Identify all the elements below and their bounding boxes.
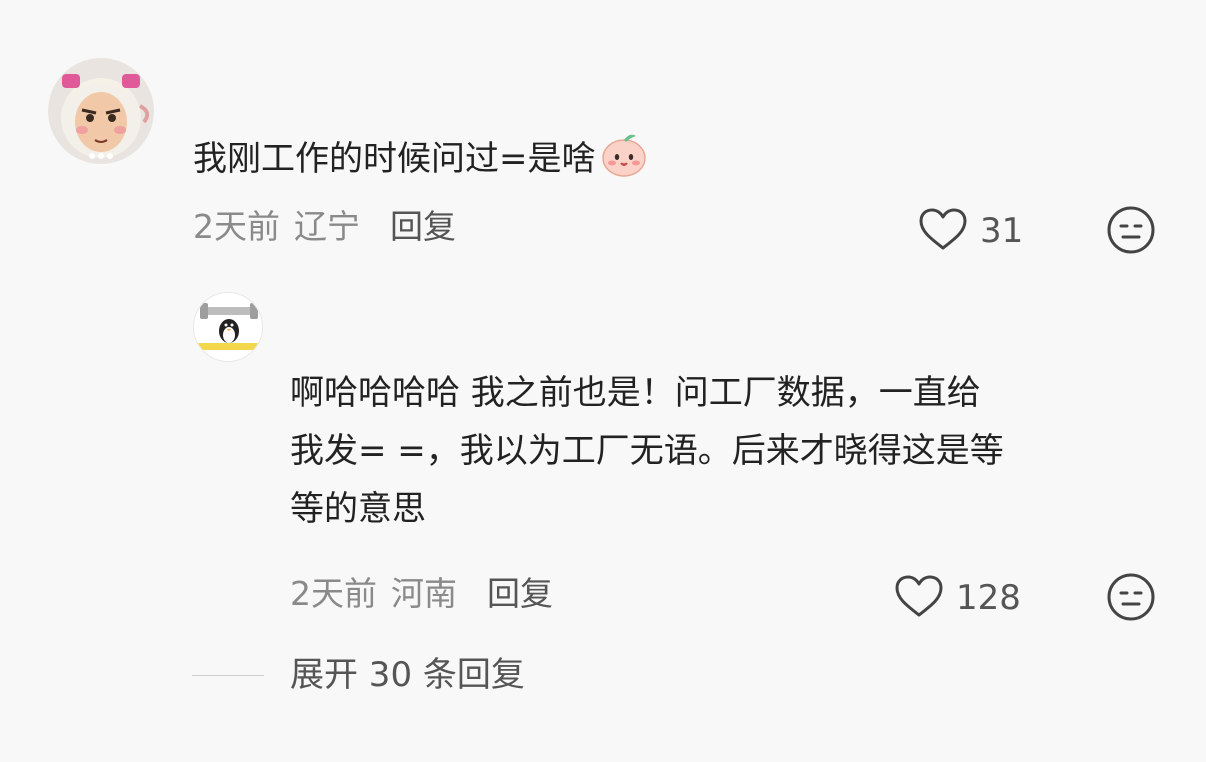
reply-text-line: 啊哈哈哈哈 我之前也是！问工厂数据，一直给 bbox=[290, 373, 981, 413]
comment-body: 我刚工作的时候问过=是啥 bbox=[193, 139, 596, 179]
comment-thread: 我刚工作的时候问过=是啥 2天前 辽宁 回复 31 啊哈哈哈哈 我之前也是！问工… bbox=[0, 0, 1206, 762]
reply-meta: 2天前 河南 回复 bbox=[290, 574, 553, 614]
comment-text: 我刚工作的时候问过=是啥 bbox=[193, 130, 648, 196]
reply-text-line: 我发= =，我以为工厂无语。后来才晓得这是等 bbox=[290, 431, 1004, 471]
heart-icon[interactable] bbox=[918, 207, 968, 255]
reply-button[interactable]: 回复 bbox=[487, 574, 553, 613]
comment-time: 2天前 bbox=[193, 207, 280, 246]
reply-time: 2天前 bbox=[290, 574, 377, 613]
like-button[interactable]: 128 bbox=[894, 574, 1021, 622]
expand-replies-label[interactable]: 展开 30 条回复 bbox=[290, 655, 525, 695]
reply-user-avatar[interactable] bbox=[193, 292, 263, 362]
reply-location: 河南 bbox=[391, 574, 457, 613]
heart-icon[interactable] bbox=[894, 574, 944, 622]
meh-face-icon[interactable] bbox=[1106, 206, 1156, 259]
user-avatar[interactable] bbox=[48, 58, 154, 164]
expand-replies-button[interactable]: 展开 30 条回复 bbox=[192, 655, 525, 695]
comment-meta: 2天前 辽宁 回复 bbox=[193, 207, 456, 247]
like-count: 31 bbox=[980, 211, 1024, 251]
like-count: 128 bbox=[956, 578, 1021, 618]
dislike-button[interactable] bbox=[1106, 572, 1156, 626]
peach-face-emoji-icon bbox=[600, 130, 648, 196]
reply-text: 啊哈哈哈哈 我之前也是！问工厂数据，一直给 我发= =，我以为工厂无语。后来才晓… bbox=[290, 364, 1004, 538]
comment-location: 辽宁 bbox=[294, 207, 360, 246]
reply-button[interactable]: 回复 bbox=[390, 207, 456, 246]
like-button[interactable]: 31 bbox=[918, 207, 1023, 255]
expand-divider bbox=[192, 674, 264, 676]
dislike-button[interactable] bbox=[1106, 205, 1156, 259]
reply-text-line: 等的意思 bbox=[290, 489, 426, 529]
meh-face-icon[interactable] bbox=[1106, 573, 1156, 626]
